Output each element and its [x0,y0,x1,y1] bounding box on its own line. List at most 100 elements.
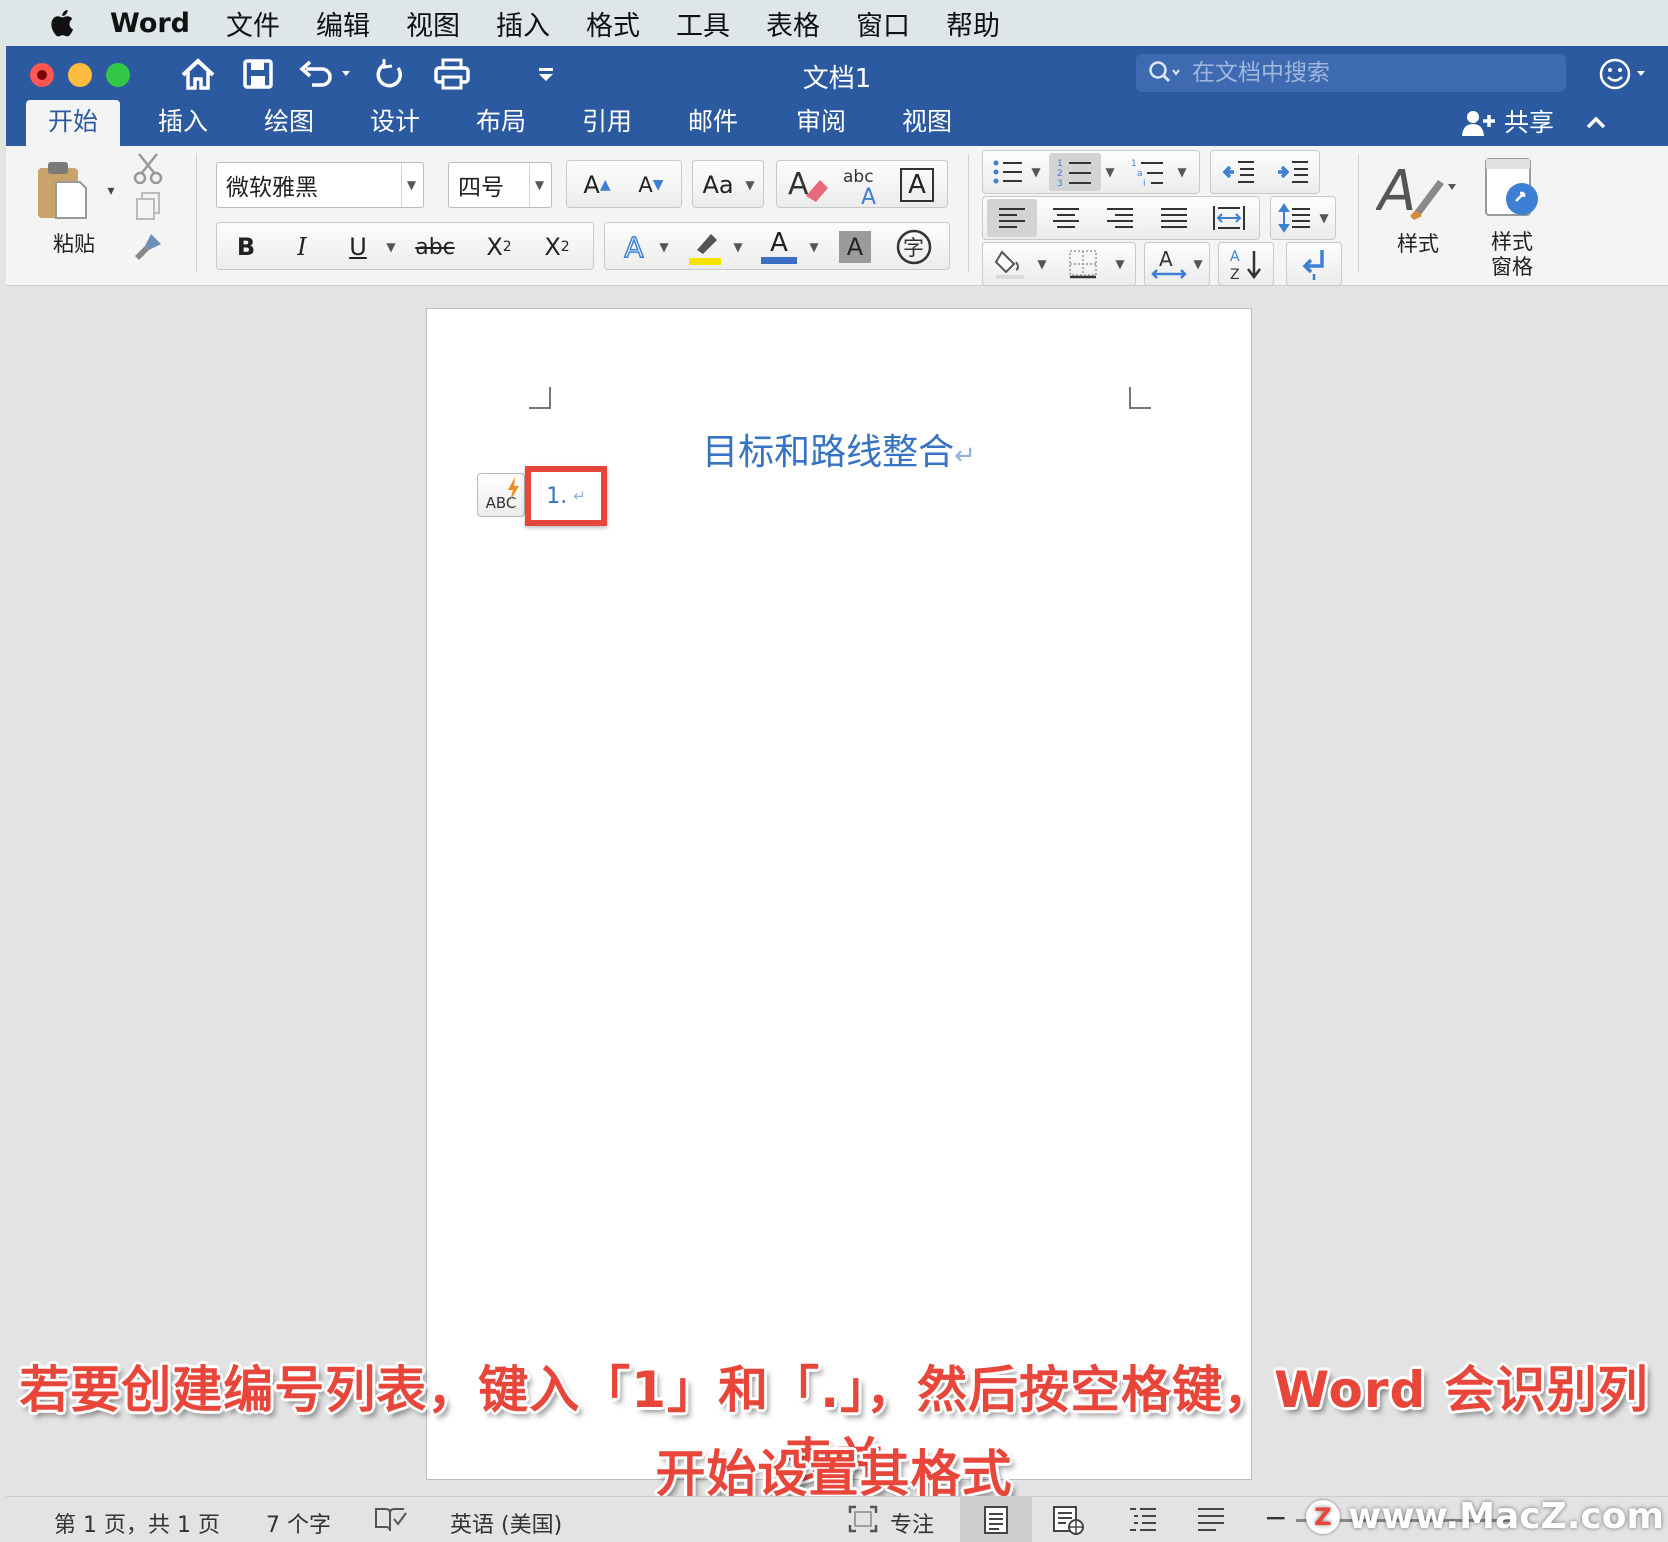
asian-layout-icon[interactable]: A [1147,245,1191,283]
chevron-down-icon[interactable]: ▼ [1173,159,1191,185]
character-shading-icon[interactable]: A [833,229,877,265]
font-color-icon[interactable]: A [755,225,803,267]
font-name-combo[interactable]: 微软雅黑 ▼ [216,162,424,208]
tab-references[interactable]: 引用 [560,100,654,146]
language-status[interactable]: 英语 (美国) [450,1507,562,1539]
chevron-down-icon[interactable]: ▼ [401,163,417,207]
format-painter-icon[interactable] [130,228,166,264]
underline-button[interactable]: U [335,229,381,265]
outline-view-icon[interactable] [1128,1505,1158,1539]
zoom-out-button[interactable]: − [1264,1501,1287,1534]
show-formatting-marks-icon[interactable] [1291,245,1337,283]
text-effects-icon[interactable]: A [611,229,657,265]
word-count-status[interactable]: 7 个字 [266,1507,331,1539]
tab-layout[interactable]: 布局 [454,100,548,146]
tab-mailings[interactable]: 邮件 [666,100,760,146]
multilevel-list-icon[interactable]: 1ai [1123,153,1173,191]
chevron-down-icon[interactable]: ▼ [529,163,545,207]
focus-label[interactable]: 专注 [890,1507,934,1539]
line-spacing-icon[interactable] [1273,199,1317,237]
close-window-button[interactable] [30,63,54,87]
print-layout-view-button[interactable] [960,1497,1032,1542]
save-icon[interactable] [238,54,278,94]
menu-window[interactable]: 窗口 [856,4,910,43]
tab-design[interactable]: 设计 [348,100,442,146]
tab-insert[interactable]: 插入 [136,100,230,146]
paste-button[interactable] [32,158,92,224]
clear-formatting-icon[interactable]: A [783,165,833,205]
chevron-down-icon[interactable]: ▼ [1111,251,1129,277]
strikethrough-button[interactable]: abc [407,229,463,265]
menu-app-word[interactable]: Word [110,8,190,39]
chevron-down-icon[interactable]: ▼ [729,235,747,259]
enclose-characters-icon[interactable]: 字 [891,227,937,267]
collapse-ribbon-icon[interactable] [1584,113,1608,133]
chevron-down-icon[interactable]: ▼ [655,235,673,259]
paragraph-shading-icon[interactable] [987,245,1033,283]
proofing-icon[interactable] [374,1505,408,1539]
chevron-down-icon[interactable]: ▼ [1189,251,1207,277]
shrink-font-icon[interactable]: A ▼ [627,167,675,203]
chevron-down-icon[interactable]: ▼ [1315,205,1333,231]
share-button[interactable]: 共享 [1461,100,1608,146]
zoom-window-button[interactable] [106,63,130,87]
menu-table[interactable]: 表格 [766,4,820,43]
page-count-status[interactable]: 第 1 页，共 1 页 [54,1507,220,1539]
change-case-icon[interactable]: Aa [697,167,739,203]
undo-icon[interactable] [296,54,356,94]
character-border-icon[interactable]: A [895,165,939,205]
decrease-indent-icon[interactable] [1215,153,1263,191]
minimize-window-button[interactable] [68,63,92,87]
copy-icon[interactable] [130,188,166,224]
redo-icon[interactable] [370,54,410,94]
menu-insert[interactable]: 插入 [496,4,550,43]
chevron-down-icon[interactable]: ▼ [1027,159,1045,185]
menu-help[interactable]: 帮助 [946,4,1000,43]
smiley-feedback-icon[interactable] [1598,54,1652,94]
text-effects-abc-icon[interactable]: abc A [837,163,889,207]
chevron-down-icon[interactable]: ▼ [805,235,823,259]
align-left-icon[interactable] [987,199,1037,237]
tab-draw[interactable]: 绘图 [242,100,336,146]
bold-button[interactable]: B [223,229,269,265]
tab-view[interactable]: 视图 [880,100,974,146]
subscript-button[interactable]: X2 [473,229,525,265]
menu-view[interactable]: 视图 [406,4,460,43]
menu-file[interactable]: 文件 [226,4,280,43]
bullets-icon[interactable] [987,153,1029,191]
font-size-combo[interactable]: 四号 ▼ [448,162,552,208]
grow-font-icon[interactable]: A ▲ [573,167,621,203]
superscript-button[interactable]: X2 [531,229,583,265]
web-layout-view-icon[interactable] [1052,1505,1086,1541]
highlighted-list-item[interactable]: 1. ↵ [525,466,607,526]
distributed-icon[interactable] [1203,199,1255,237]
chevron-down-icon[interactable]: ▼ [1101,159,1119,185]
chevron-down-icon[interactable]: ▼ [1033,251,1051,277]
search-input[interactable] [1192,60,1532,86]
sort-icon[interactable]: AZ [1223,245,1269,283]
menu-edit[interactable]: 编辑 [316,4,370,43]
styles-gallery-button[interactable]: A [1376,154,1456,224]
customize-toolbar-icon[interactable] [526,54,566,94]
print-icon[interactable] [432,54,472,94]
document-search[interactable] [1136,54,1566,92]
justify-icon[interactable] [1149,199,1199,237]
menu-format[interactable]: 格式 [586,4,640,43]
tab-review[interactable]: 审阅 [774,100,868,146]
numbering-icon[interactable]: 123 [1049,153,1101,191]
focus-mode-icon[interactable] [848,1505,878,1539]
highlight-color-icon[interactable] [681,227,729,267]
italic-button[interactable]: I [279,229,325,265]
draft-view-icon[interactable] [1196,1505,1226,1539]
chevron-down-icon[interactable]: ▼ [381,235,401,259]
styles-pane-button[interactable] [1476,152,1548,224]
paste-options-dropdown[interactable]: ▾ [100,180,122,202]
align-center-icon[interactable] [1041,199,1091,237]
align-right-icon[interactable] [1095,199,1145,237]
cut-icon[interactable] [130,150,166,186]
tab-home[interactable]: 开始 [26,100,121,146]
home-icon[interactable] [178,54,218,94]
increase-indent-icon[interactable] [1269,153,1317,191]
apple-logo-icon[interactable] [48,8,74,38]
document-page[interactable]: 目标和路线整合↵ ABC 1. ↵ [426,308,1252,1480]
